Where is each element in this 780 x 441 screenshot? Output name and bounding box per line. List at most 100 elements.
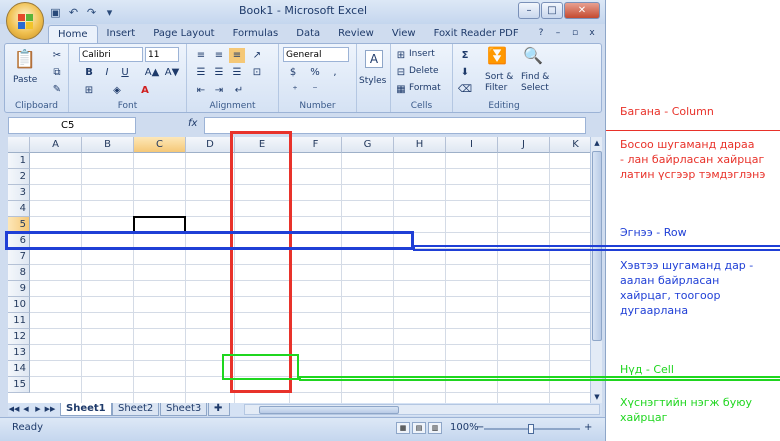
format-cells-button[interactable]: Format (409, 83, 441, 93)
row-header-11[interactable]: 11 (8, 313, 30, 329)
tab-insert[interactable]: Insert (98, 25, 145, 43)
row-header-13[interactable]: 13 (8, 345, 30, 361)
sheet-tab-sheet2[interactable]: Sheet2 (112, 403, 160, 416)
increase-indent-icon[interactable]: ⇥ (211, 83, 227, 98)
column-header-g[interactable]: G (342, 137, 394, 153)
customize-qat-icon[interactable]: ▾ (102, 5, 117, 20)
vertical-scrollbar[interactable]: ▲ ▼ (590, 137, 602, 403)
column-header-i[interactable]: I (446, 137, 498, 153)
column-header-a[interactable]: A (30, 137, 82, 153)
scroll-down-icon[interactable]: ▼ (591, 391, 603, 403)
merge-center-icon[interactable]: ⊡ (249, 65, 265, 80)
grow-font-button[interactable]: A▲ (143, 65, 161, 80)
doc-restore-button[interactable]: ▫ (568, 26, 582, 40)
decrease-indent-icon[interactable]: ⇤ (193, 83, 209, 98)
font-size-select[interactable]: 11 (145, 47, 179, 62)
fill-icon[interactable]: ⬇ (457, 65, 473, 80)
column-header-k[interactable]: K (550, 137, 590, 153)
zoom-slider-knob[interactable] (528, 424, 534, 434)
borders-icon[interactable]: ⊞ (81, 83, 97, 98)
align-center-icon[interactable]: ☰ (211, 65, 227, 80)
filter-label[interactable]: Filter (485, 83, 507, 93)
sort-label[interactable]: Sort & (485, 72, 513, 82)
orientation-icon[interactable]: ↗ (249, 48, 265, 63)
insert-cells-button[interactable]: Insert (409, 49, 435, 59)
clear-icon[interactable]: ⌫ (457, 82, 473, 97)
insert-sheet-icon[interactable]: ✚ (208, 403, 230, 416)
save-icon[interactable]: ▣ (48, 5, 63, 20)
normal-view-icon[interactable]: ▦ (396, 422, 410, 434)
column-header-f[interactable]: F (290, 137, 342, 153)
find-label[interactable]: Find & (521, 72, 549, 82)
select-label[interactable]: Select (521, 83, 549, 93)
zoom-level[interactable]: 100% (450, 422, 479, 433)
row-header-14[interactable]: 14 (8, 361, 30, 377)
tab-home[interactable]: Home (48, 25, 98, 43)
tab-data[interactable]: Data (287, 25, 329, 43)
office-button[interactable] (6, 2, 44, 40)
vertical-scroll-thumb[interactable] (592, 151, 602, 341)
next-sheet-icon[interactable]: ▶ (32, 403, 44, 416)
comma-button[interactable]: , (327, 65, 343, 80)
column-header-j[interactable]: J (498, 137, 550, 153)
row-header-4[interactable]: 4 (8, 201, 30, 217)
column-header-h[interactable]: H (394, 137, 446, 153)
align-middle-icon[interactable]: ≡ (211, 48, 227, 63)
delete-cells-button[interactable]: Delete (409, 66, 439, 76)
help-icon[interactable]: ? (534, 26, 548, 40)
column-header-e[interactable]: E (235, 137, 290, 153)
first-sheet-icon[interactable]: ◀◀ (8, 403, 20, 416)
wrap-text-icon[interactable]: ↵ (231, 83, 247, 98)
maximize-button[interactable]: □ (541, 2, 563, 19)
horizontal-scrollbar[interactable] (244, 404, 600, 415)
tab-formulas[interactable]: Formulas (224, 25, 288, 43)
row-header-10[interactable]: 10 (8, 297, 30, 313)
row-header-1[interactable]: 1 (8, 153, 30, 169)
align-left-icon[interactable]: ☰ (193, 65, 209, 80)
row-header-2[interactable]: 2 (8, 169, 30, 185)
row-header-5[interactable]: 5 (8, 217, 30, 233)
tab-review[interactable]: Review (329, 25, 383, 43)
format-painter-icon[interactable]: ✎ (49, 82, 65, 97)
align-right-icon[interactable]: ☰ (229, 65, 245, 80)
styles-icon[interactable]: A (365, 50, 383, 68)
column-header-d[interactable]: D (186, 137, 235, 153)
page-break-view-icon[interactable]: ▥ (428, 422, 442, 434)
font-name-select[interactable]: Calibri (79, 47, 143, 62)
autosum-button[interactable]: Σ (457, 48, 473, 63)
cut-icon[interactable]: ✂ (49, 48, 65, 63)
row-header-12[interactable]: 12 (8, 329, 30, 345)
close-button[interactable]: ✕ (564, 2, 600, 19)
scroll-up-icon[interactable]: ▲ (591, 137, 603, 149)
decrease-decimal-icon[interactable]: ⁻ (307, 83, 323, 98)
undo-icon[interactable]: ↶ (66, 5, 81, 20)
formula-input[interactable] (204, 117, 586, 134)
styles-button[interactable]: Styles (359, 76, 386, 86)
align-bottom-icon[interactable]: ≡ (229, 48, 245, 63)
font-color-button[interactable]: A (137, 83, 153, 98)
percent-button[interactable]: % (307, 65, 323, 80)
sheet-tab-sheet1[interactable]: Sheet1 (60, 403, 112, 416)
sheet-tab-sheet3[interactable]: Sheet3 (160, 403, 208, 416)
align-top-icon[interactable]: ≡ (193, 48, 209, 63)
doc-close-button[interactable]: x (585, 26, 599, 40)
underline-button[interactable]: U (117, 65, 133, 80)
number-format-select[interactable]: General (283, 47, 349, 62)
tab-view[interactable]: View (383, 25, 425, 43)
redo-icon[interactable]: ↷ (84, 5, 99, 20)
row-header-7[interactable]: 7 (8, 249, 30, 265)
horizontal-scroll-thumb[interactable] (259, 406, 399, 414)
currency-button[interactable]: $ (285, 65, 301, 80)
fill-color-icon[interactable]: ◈ (109, 83, 125, 98)
paste-button[interactable]: Paste (13, 75, 37, 85)
zoom-in-button[interactable]: + (584, 422, 592, 433)
row-header-6[interactable]: 6 (8, 233, 30, 249)
paste-icon[interactable]: 📋 (13, 48, 37, 72)
minimize-button[interactable]: – (518, 2, 540, 19)
shrink-font-button[interactable]: A▼ (163, 65, 181, 80)
row-header-15[interactable]: 15 (8, 377, 30, 393)
increase-decimal-icon[interactable]: ⁺ (287, 83, 303, 98)
last-sheet-icon[interactable]: ▶▶ (44, 403, 56, 416)
worksheet-grid[interactable]: A B C D E F G H I J K 1 2 3 4 5 6 7 8 9 10 11 12 13 14 15 (8, 137, 590, 403)
select-all-corner[interactable] (8, 137, 30, 153)
